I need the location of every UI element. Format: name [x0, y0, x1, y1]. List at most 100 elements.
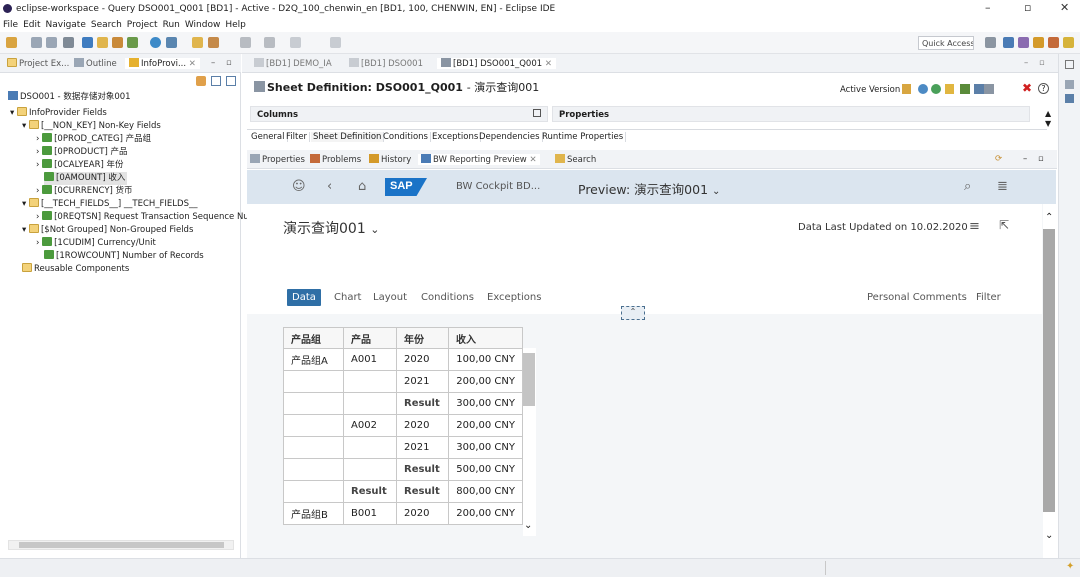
outline-view-icon[interactable]: [1065, 80, 1074, 89]
activate-icon[interactable]: [960, 84, 970, 94]
tab-chart[interactable]: Chart: [334, 292, 361, 303]
share-icon[interactable]: ⇱: [999, 218, 1009, 232]
folder-icon[interactable]: [97, 37, 108, 48]
edit-icon[interactable]: [127, 37, 138, 48]
grid-scrollbar[interactable]: ⌄: [523, 348, 536, 536]
cell[interactable]: A001: [343, 348, 397, 371]
menu-search[interactable]: Search: [91, 20, 122, 30]
delete-icon[interactable]: ✖: [1022, 81, 1032, 95]
open-folder-icon[interactable]: [192, 37, 203, 48]
tab-filter[interactable]: Filter: [976, 292, 1001, 303]
tasks-view-icon[interactable]: [1065, 94, 1074, 103]
tab-runtime-properties[interactable]: Runtime Properties: [540, 132, 627, 142]
tree-node[interactable]: ▾ [__TECH_FIELDS__] __TECH_FIELDS__: [22, 198, 197, 211]
scroll-up-icon[interactable]: ⌃: [1045, 212, 1053, 223]
tree-root[interactable]: DSO001 - 数据存储对象001: [8, 91, 131, 104]
tab-infoprovider[interactable]: InfoProvi... ✕: [125, 58, 200, 69]
tab-data[interactable]: Data: [287, 289, 321, 306]
cell[interactable]: 2021: [396, 436, 449, 459]
git-icon[interactable]: [1063, 37, 1074, 48]
tree-node[interactable]: ▾ [$Not Grouped] Non-Grouped Fields: [22, 224, 193, 237]
restore-icon[interactable]: [1065, 60, 1074, 69]
minimize-view-icon[interactable]: –: [1023, 154, 1027, 164]
preview-scrollbar[interactable]: ⌃ ⌄: [1043, 204, 1056, 558]
cell[interactable]: 2020: [396, 348, 449, 371]
tree-node[interactable]: › [0CALYEAR] 年份: [36, 159, 124, 172]
menu-icon[interactable]: ≡: [969, 219, 980, 234]
menu-project[interactable]: Project: [127, 20, 158, 30]
tree-node[interactable]: Reusable Components: [22, 263, 129, 276]
tab-outline[interactable]: Outline: [74, 58, 117, 69]
wand-icon[interactable]: [208, 37, 219, 48]
maximize-editor-icon[interactable]: ▫: [1039, 58, 1045, 68]
tab-personal-comments[interactable]: Personal Comments: [867, 292, 967, 303]
print-icon[interactable]: [63, 37, 74, 48]
notifications-icon[interactable]: ≣: [997, 179, 1008, 194]
minimize-view-icon[interactable]: –: [211, 58, 215, 68]
home-icon[interactable]: ⌂: [358, 179, 366, 194]
horizontal-scrollbar[interactable]: [8, 540, 234, 550]
tab-properties[interactable]: Properties: [250, 154, 305, 165]
menu-help[interactable]: Help: [225, 20, 246, 30]
run-icon[interactable]: [150, 37, 161, 48]
maximize-view-icon[interactable]: ▫: [226, 58, 232, 68]
cell[interactable]: 2020: [396, 414, 449, 437]
cell[interactable]: [343, 436, 397, 459]
menu-run[interactable]: Run: [163, 20, 180, 30]
tree-node[interactable]: › [1CUDIM] Currency/Unit: [36, 237, 156, 250]
maximize-icon[interactable]: [533, 109, 541, 117]
cell[interactable]: 300,00 CNY: [448, 436, 523, 459]
tab-bw-reporting-preview[interactable]: BW Reporting Preview ✕: [418, 154, 540, 165]
tab-layout[interactable]: Layout: [373, 292, 407, 303]
open-type-icon[interactable]: [82, 37, 93, 48]
tab-dso001[interactable]: [BD1] DSO001: [349, 58, 423, 69]
cell[interactable]: Result: [396, 480, 449, 503]
tab-conditions[interactable]: Conditions: [421, 292, 474, 303]
cell[interactable]: 800,00 CNY: [448, 480, 523, 503]
cell[interactable]: [283, 414, 344, 437]
tree-node[interactable]: ▾ [__NON_KEY] Non-Key Fields: [22, 120, 161, 133]
tab-exceptions[interactable]: Exceptions: [487, 292, 541, 303]
refresh-icon[interactable]: ⟳: [995, 154, 1002, 164]
world-icon[interactable]: [931, 84, 941, 94]
tree-node[interactable]: › [0PRODUCT] 产品: [36, 146, 127, 159]
link-editor-icon[interactable]: [196, 76, 206, 86]
back-icon[interactable]: [290, 37, 301, 48]
cell[interactable]: A002: [343, 414, 397, 437]
cell[interactable]: [283, 370, 344, 393]
collapse-all-icon[interactable]: [226, 76, 236, 86]
cell[interactable]: 100,00 CNY: [448, 348, 523, 371]
menu-file[interactable]: File: [3, 20, 18, 30]
header-product[interactable]: 产品: [343, 327, 397, 349]
sap-perspective-icon[interactable]: [1033, 37, 1044, 48]
new-icon[interactable]: [6, 37, 17, 48]
cell[interactable]: [283, 436, 344, 459]
next-annotation-icon[interactable]: [264, 37, 275, 48]
cell[interactable]: Result: [396, 392, 449, 415]
collapse-header-button[interactable]: ⌃: [621, 306, 645, 320]
scroll-down-icon[interactable]: ▼: [1045, 119, 1051, 128]
bw-modeling-icon[interactable]: [1003, 37, 1014, 48]
save-all-icon[interactable]: [46, 37, 57, 48]
tree-node-selected[interactable]: [0AMOUNT] 收入: [44, 172, 128, 185]
close-icon[interactable]: ✕: [189, 59, 196, 69]
scroll-thumb[interactable]: [19, 542, 224, 548]
forward-icon[interactable]: [330, 37, 341, 48]
tree-node[interactable]: › [0REQTSN] Request Transaction Sequence…: [36, 211, 249, 224]
activate-icon[interactable]: [166, 37, 177, 48]
close-icon[interactable]: ✕: [529, 155, 536, 165]
tab-demo-ia[interactable]: [BD1] DEMO_IA: [254, 58, 332, 69]
cell[interactable]: [343, 370, 397, 393]
java-icon[interactable]: [1048, 37, 1059, 48]
tree-node[interactable]: › [0PROD_CATEG] 产品组: [36, 133, 151, 146]
tab-sheet-definition[interactable]: Sheet Definition: [311, 132, 385, 142]
close-icon[interactable]: ✕: [545, 59, 552, 69]
tree-node[interactable]: › [0CURRENCY] 货币: [36, 185, 133, 198]
scroll-up-icon[interactable]: ▲: [1045, 109, 1051, 118]
header-year[interactable]: 年份: [396, 327, 449, 349]
help-icon[interactable]: ?: [1038, 83, 1049, 94]
back-icon[interactable]: ‹: [327, 179, 332, 194]
tab-project-explorer[interactable]: Project Ex...: [7, 58, 69, 69]
header-revenue[interactable]: 收入: [448, 327, 523, 349]
cell[interactable]: Result: [343, 480, 397, 503]
